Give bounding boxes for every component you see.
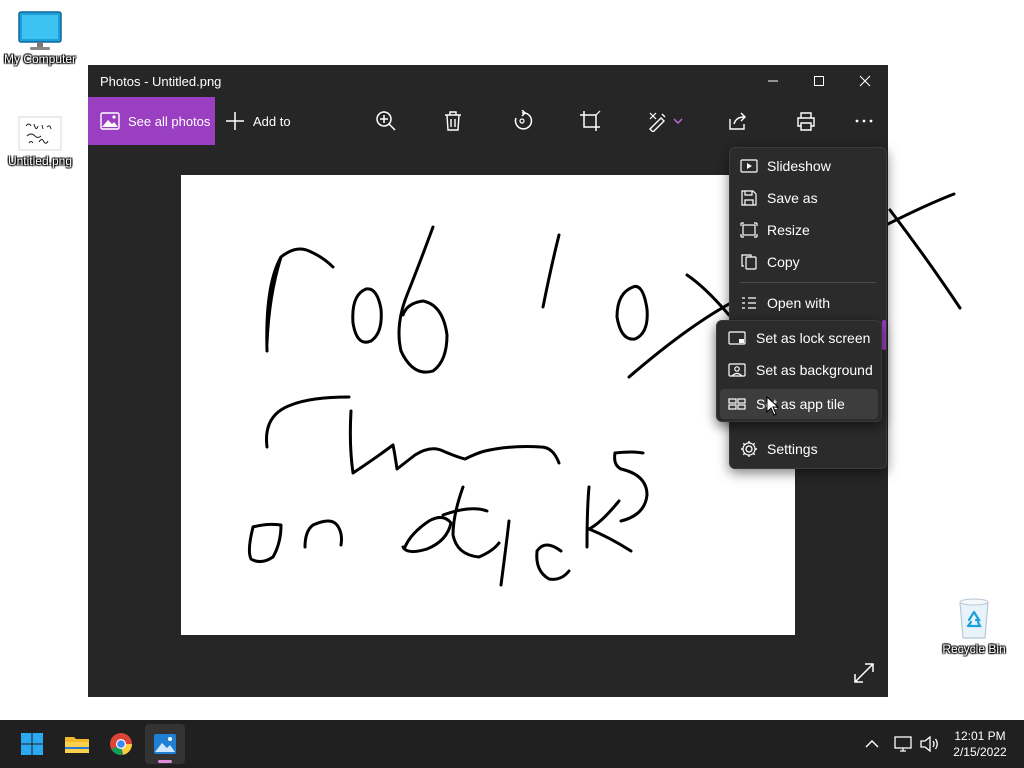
- crop-button[interactable]: [568, 97, 612, 145]
- image-file-icon: [18, 116, 62, 151]
- menu-selection-indicator: [882, 320, 886, 350]
- desktop-icon-recycle-bin[interactable]: Recycle Bin: [934, 596, 1014, 656]
- monitor-icon: [18, 11, 62, 50]
- plus-icon: [226, 112, 244, 130]
- lock-screen-icon: [728, 331, 746, 345]
- chevron-up-icon[interactable]: [864, 738, 880, 750]
- photos-app-icon: [154, 734, 176, 754]
- close-icon: [859, 75, 871, 87]
- maximize-icon: [814, 76, 824, 86]
- desktop-icon-my-computer[interactable]: My Computer: [0, 10, 80, 66]
- submenu-item-app-tile[interactable]: Set as app tile: [720, 389, 878, 419]
- print-button[interactable]: [784, 97, 828, 145]
- close-button[interactable]: [842, 65, 888, 97]
- submenu-item-label: Set as lock screen: [756, 330, 871, 346]
- add-to-label: Add to: [253, 113, 291, 129]
- image-canvas[interactable]: [181, 175, 795, 635]
- slideshow-icon: [740, 159, 758, 173]
- rotate-icon: [514, 110, 533, 130]
- desktop-icon-label: Untitled.png: [7, 154, 73, 168]
- share-icon: [729, 112, 746, 130]
- gear-icon: [741, 441, 757, 457]
- edit-button[interactable]: [640, 97, 690, 145]
- desktop-icon-label: My Computer: [3, 52, 77, 66]
- save-icon: [741, 190, 757, 206]
- minimize-button[interactable]: [750, 65, 796, 97]
- ellipsis-icon: [855, 119, 873, 123]
- menu-item-save-as[interactable]: Save as: [730, 182, 886, 214]
- set-as-submenu: Set as lock screen Set as background Set…: [716, 320, 882, 422]
- edit-icon: [649, 112, 666, 132]
- toolbar: See all photos Add to: [88, 97, 888, 145]
- menu-item-label: Slideshow: [767, 158, 831, 174]
- zoom-button[interactable]: [364, 97, 408, 145]
- open-with-icon: [742, 297, 756, 309]
- network-icon[interactable]: [894, 736, 912, 752]
- menu-item-copy[interactable]: Copy: [730, 246, 886, 278]
- handwritten-drawing: [247, 225, 753, 587]
- clock-date: 2/15/2022: [953, 745, 1007, 759]
- recycle-bin-icon: [959, 598, 989, 639]
- see-all-photos-button[interactable]: See all photos: [88, 97, 215, 145]
- zoom-in-icon: [376, 111, 396, 131]
- start-button[interactable]: [12, 724, 52, 764]
- mouse-cursor: [766, 396, 780, 416]
- menu-item-slideshow[interactable]: Slideshow: [730, 150, 886, 182]
- expand-icon: [854, 663, 874, 683]
- delete-button[interactable]: [431, 97, 475, 145]
- printer-icon: [797, 112, 815, 131]
- submenu-item-lock-screen[interactable]: Set as lock screen: [720, 323, 878, 353]
- background-icon: [728, 363, 746, 377]
- submenu-item-label: Set as background: [756, 362, 873, 378]
- trash-icon: [445, 111, 461, 131]
- desktop-icon-untitled-png[interactable]: Untitled.png: [0, 114, 80, 168]
- chevron-down-icon: [673, 118, 683, 124]
- submenu-item-background[interactable]: Set as background: [720, 355, 878, 385]
- fullscreen-button[interactable]: [852, 661, 876, 685]
- windows-logo-icon: [21, 733, 43, 755]
- folder-icon: [65, 737, 89, 753]
- clock-time: 12:01 PM: [954, 729, 1006, 743]
- resize-icon: [740, 222, 758, 238]
- rotate-button[interactable]: [500, 97, 544, 145]
- maximize-button[interactable]: [796, 65, 842, 97]
- menu-item-settings[interactable]: Settings: [730, 433, 886, 465]
- system-tray: [864, 720, 940, 768]
- photos-icon: [100, 112, 120, 130]
- clock[interactable]: 12:01 PM 2/15/2022: [944, 728, 1016, 760]
- window-title: Photos - Untitled.png: [100, 74, 222, 89]
- taskbar-file-explorer[interactable]: [57, 724, 97, 764]
- title-bar[interactable]: Photos - Untitled.png: [88, 65, 888, 97]
- copy-icon: [741, 254, 757, 270]
- taskbar: 12:01 PM 2/15/2022: [0, 720, 1024, 768]
- menu-item-open-with[interactable]: Open with: [730, 287, 886, 319]
- menu-item-resize[interactable]: Resize: [730, 214, 886, 246]
- menu-item-label: Open with: [767, 295, 831, 311]
- chrome-icon: [110, 733, 132, 755]
- desktop-icon-label: Recycle Bin: [942, 642, 1006, 656]
- volume-icon[interactable]: [920, 736, 940, 752]
- menu-separator: [740, 282, 876, 283]
- more-options-button[interactable]: [842, 97, 886, 145]
- crop-icon: [580, 110, 601, 131]
- see-all-photos-label: See all photos: [128, 113, 211, 129]
- menu-item-label: Settings: [767, 441, 818, 457]
- share-button[interactable]: [716, 97, 760, 145]
- add-to-button[interactable]: Add to: [225, 97, 291, 145]
- drawing-overflow: [888, 192, 962, 310]
- active-app-indicator: [158, 760, 172, 763]
- menu-item-label: Resize: [767, 222, 810, 238]
- taskbar-photos[interactable]: [145, 724, 185, 764]
- menu-item-label: Save as: [767, 190, 818, 206]
- app-tile-icon: [728, 398, 746, 410]
- menu-item-label: Copy: [767, 254, 800, 270]
- taskbar-chrome[interactable]: [101, 724, 141, 764]
- minimize-icon: [768, 80, 778, 82]
